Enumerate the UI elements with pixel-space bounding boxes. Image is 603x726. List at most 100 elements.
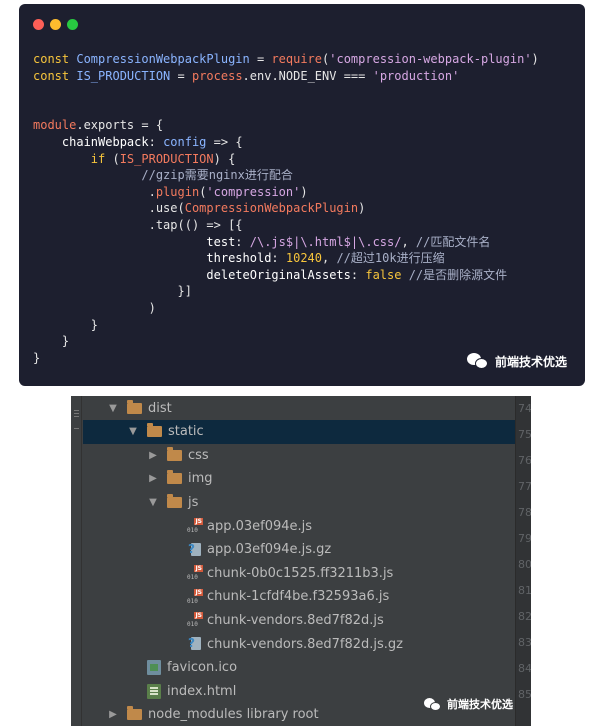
unknown-file-icon: ? — [187, 636, 203, 652]
code-token: .tap(() => [{ — [33, 217, 243, 232]
chevron-down-icon[interactable]: ▼ — [107, 403, 119, 414]
chevron-right-icon[interactable]: ▶ — [147, 450, 159, 461]
code-token: ) — [33, 300, 156, 315]
html-file-icon — [147, 683, 161, 699]
line-number: 81 — [518, 584, 531, 597]
code-line: ) — [33, 300, 575, 317]
code-token: config — [163, 134, 207, 149]
code-line: }] — [33, 283, 575, 300]
tree-item-label: app.03ef094e.js.gz — [207, 542, 332, 558]
tree-item-label: chunk-vendors.8ed7f82d.js — [207, 612, 384, 628]
tree-item-label: static — [168, 424, 204, 440]
tree-watermark: 前端技术优选 — [424, 696, 513, 712]
code-token: //匹配文件名 — [415, 234, 491, 249]
js-file-icon: JS 010 — [187, 588, 203, 605]
code-token: ) — [300, 184, 308, 199]
line-number: 82 — [518, 610, 531, 623]
code-token: } — [33, 334, 70, 349]
folder-icon — [167, 493, 182, 508]
line-number: 80 — [518, 558, 531, 571]
tree-item-label: app.03ef094e.js — [207, 518, 313, 534]
line-number: 78 — [518, 506, 531, 519]
code-line: //gzip需要nginx进行配合 — [33, 167, 575, 184]
tree-item-chunk-1cfdf4be-f32593a6-js[interactable]: JS 010 chunk-1cfdf4be.f32593a6.js — [83, 585, 515, 609]
line-number: 76 — [518, 454, 531, 467]
code-token: }] — [33, 284, 192, 299]
line-number: 74 — [518, 402, 531, 415]
code-line: const IS_PRODUCTION = process.env.NODE_E… — [33, 68, 575, 85]
chevron-down-icon[interactable]: ▼ — [127, 426, 139, 437]
line-number: 77 — [518, 480, 531, 493]
code-token: . — [33, 184, 156, 199]
tree-item-label: dist — [148, 400, 172, 416]
code-token: .use( — [33, 201, 185, 216]
tree-item-app-03ef094e-js[interactable]: JS 010 app.03ef094e.js — [83, 514, 515, 538]
tree-item-label: index.html — [167, 683, 237, 699]
minimize-dot-icon[interactable] — [50, 19, 61, 30]
code-token: } — [33, 350, 41, 365]
code-token: .exports = { — [76, 118, 164, 133]
close-dot-icon[interactable] — [33, 19, 44, 30]
code-token: require — [271, 52, 323, 66]
code-block: const CompressionWebpackPlugin = require… — [33, 51, 575, 366]
editor-line-numbers: 74 75 76 77 78 79 80 81 82 83 84 85 — [515, 396, 531, 726]
code-token: ( — [105, 151, 120, 166]
tree-item-chunk-vendors-8ed7f82d-js[interactable]: JS 010 chunk-vendors.8ed7f82d.js — [83, 608, 515, 632]
chevron-down-icon[interactable]: ▼ — [147, 497, 159, 508]
line-number: 83 — [518, 636, 531, 649]
code-token: const — [33, 52, 77, 66]
code-token: , — [322, 251, 337, 266]
tree-item-chunk-vendors-8ed7f82d-js-gz[interactable]: ? chunk-vendors.8ed7f82d.js.gz — [83, 632, 515, 656]
code-token: ) — [531, 52, 539, 66]
code-token: module — [33, 118, 77, 133]
code-token: ) { — [213, 151, 236, 166]
chevron-right-icon[interactable]: ▶ — [107, 709, 119, 720]
tree-item-chunk-0b0c1525-ff3211b3-js[interactable]: JS 010 chunk-0b0c1525.ff3211b3.js — [83, 561, 515, 585]
tree-item-css[interactable]: ▶ css — [83, 443, 515, 467]
code-token: const — [33, 68, 77, 83]
tree-item-favicon-ico[interactable]: favicon.ico — [83, 656, 515, 680]
code-line: deleteOriginalAssets: false //是否删除源文件 — [33, 267, 575, 284]
code-line: module.exports = { — [33, 117, 575, 134]
code-line: if (IS_PRODUCTION) { — [33, 151, 575, 168]
wechat-icon — [424, 697, 442, 712]
tree-item-js[interactable]: ▼ js — [83, 490, 515, 514]
chevron-right-icon[interactable]: ▶ — [147, 473, 159, 484]
code-token: IS_PRODUCTION — [119, 151, 214, 166]
tree-item-label: chunk-1cfdf4be.f32593a6.js — [207, 589, 390, 605]
code-token: ) — [358, 201, 366, 216]
line-number: 84 — [518, 662, 531, 675]
tree-item-label: css — [188, 447, 209, 463]
code-token: 10240 — [285, 251, 322, 266]
code-token: 'production' — [372, 68, 460, 83]
tree-item-label: chunk-vendors.8ed7f82d.js.gz — [207, 636, 404, 652]
code-token: : — [235, 234, 250, 249]
folder-icon — [167, 446, 182, 461]
code-token: if — [90, 151, 106, 166]
tree-item-app-03ef094e-js-gz[interactable]: ? app.03ef094e.js.gz — [83, 538, 515, 562]
code-token: } — [33, 317, 99, 332]
maximize-dot-icon[interactable] — [67, 19, 78, 30]
code-window: const CompressionWebpackPlugin = require… — [19, 4, 585, 386]
code-line: .plugin('compression') — [33, 184, 575, 201]
js-file-icon: JS 010 — [187, 612, 203, 629]
window-controls — [33, 19, 78, 30]
code-token: process — [191, 68, 243, 83]
code-token: = — [249, 52, 272, 66]
code-token: = — [170, 68, 192, 83]
tree-item-static[interactable]: ▼ static — [83, 419, 515, 444]
js-file-icon: JS 010 — [187, 518, 203, 534]
tree-item-dist[interactable]: ▼ dist — [83, 396, 515, 420]
tree-item-label: favicon.ico — [167, 660, 238, 676]
code-token: , — [401, 234, 416, 249]
line-number: 75 — [518, 428, 531, 441]
folder-icon — [127, 706, 142, 721]
code-line: chainWebpack: config => { — [33, 134, 575, 151]
tree-item-img[interactable]: ▶ img — [83, 467, 515, 491]
code-line: .tap(() => [{ — [33, 217, 575, 234]
